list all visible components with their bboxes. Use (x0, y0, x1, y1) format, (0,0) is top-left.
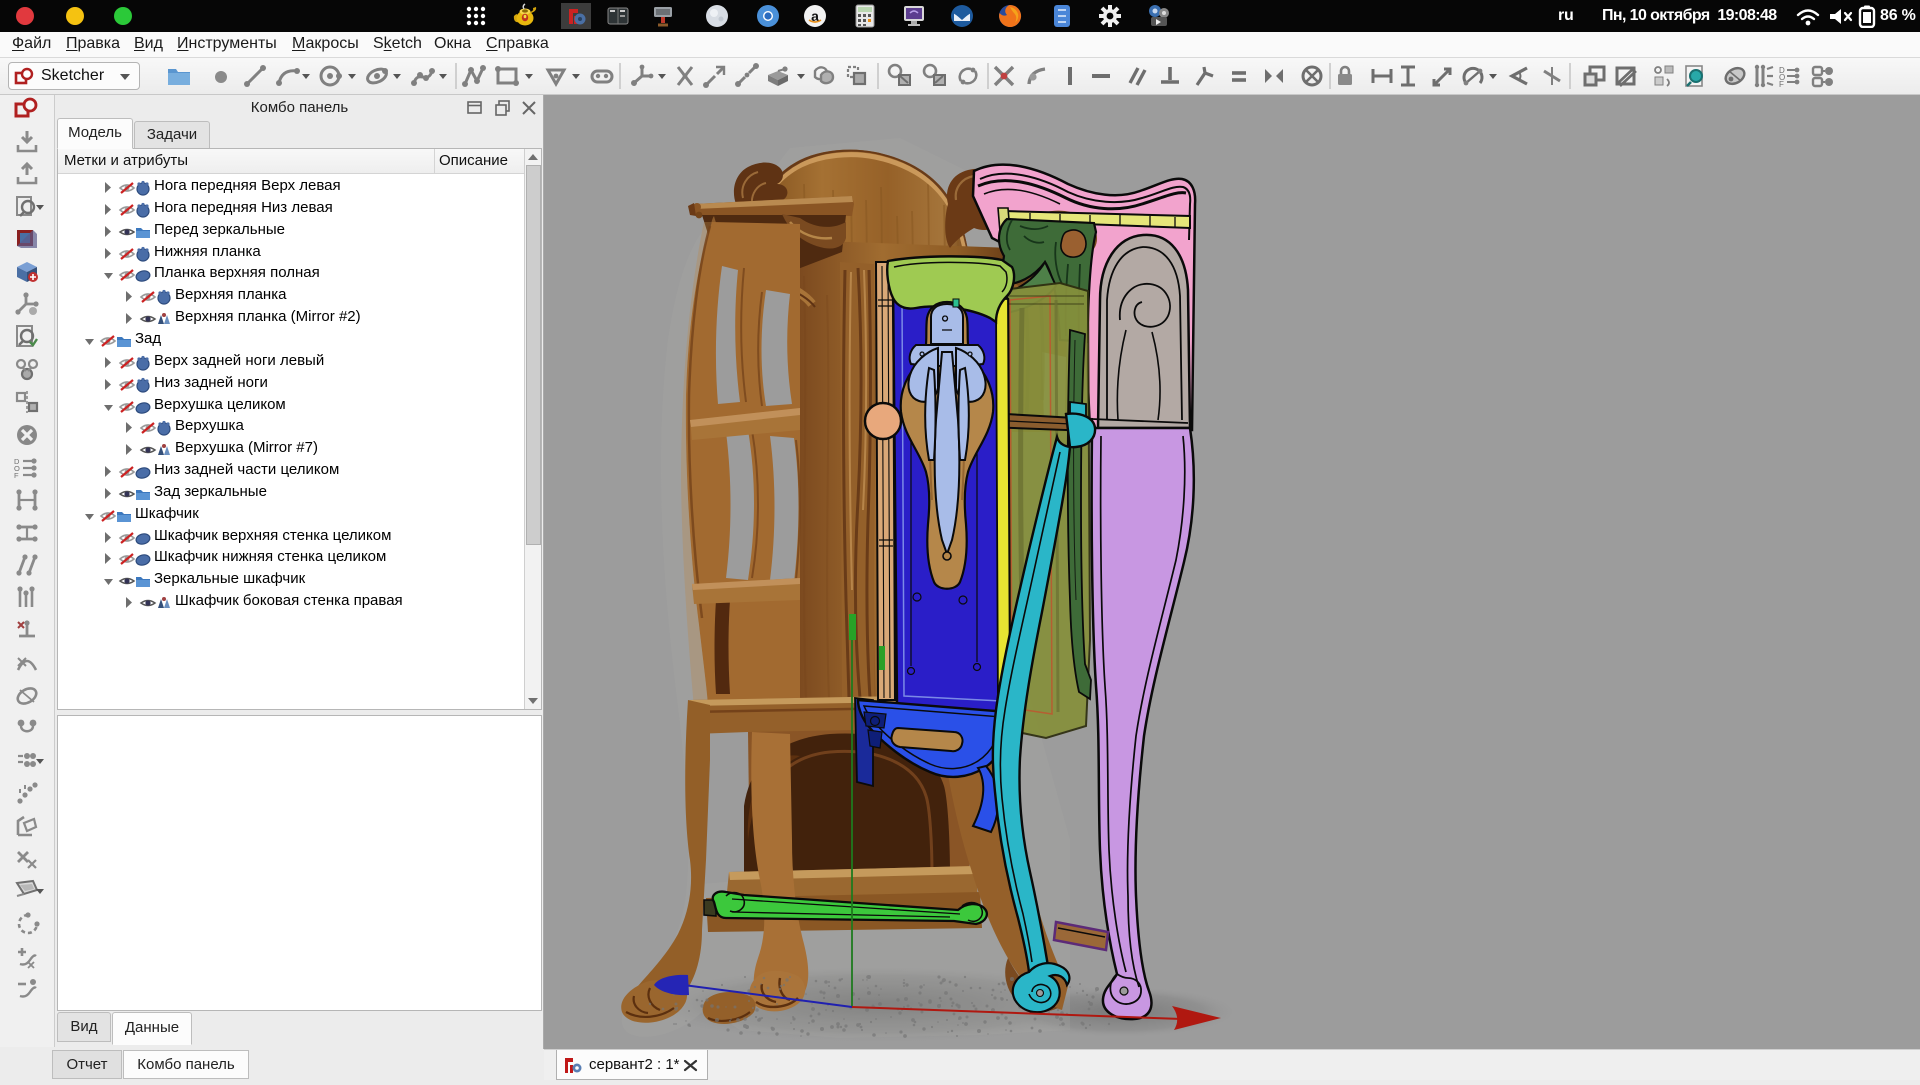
svg-text:F: F (14, 471, 19, 480)
svg-text:F: F (1779, 80, 1784, 89)
